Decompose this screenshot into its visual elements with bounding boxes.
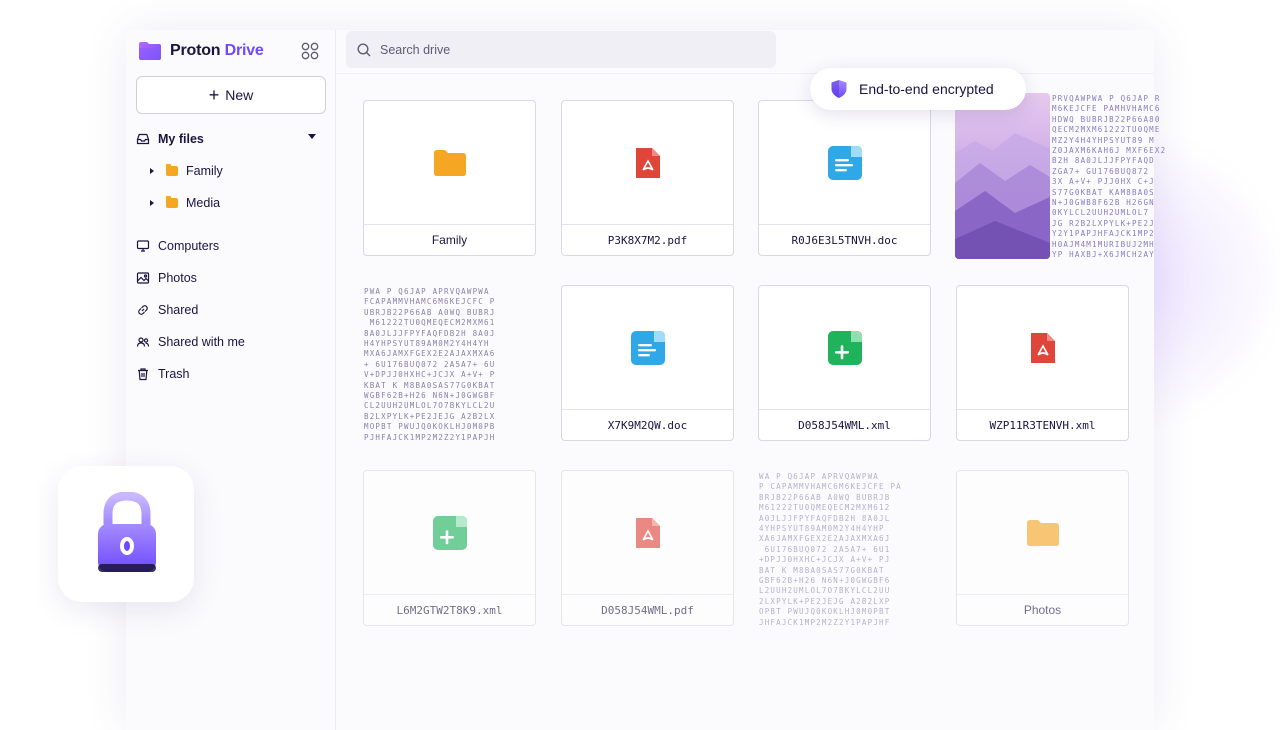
sidebar-item-label: Computers: [158, 239, 220, 253]
file-name: P3K8X7M2.pdf: [607, 233, 688, 247]
sidebar-item-label: Trash: [158, 367, 190, 381]
trash-icon: [138, 368, 148, 381]
new-button[interactable]: + New: [136, 76, 326, 114]
file-name: X7K9M2QW.doc: [607, 418, 688, 432]
pdf-file-icon: [635, 517, 660, 548]
spreadsheet-file-icon: [827, 330, 862, 365]
link-icon: [138, 305, 148, 315]
sidebar-tree-media[interactable]: Media: [150, 189, 340, 217]
sidebar-item-computers[interactable]: Computers: [136, 232, 326, 260]
file-card-sheet[interactable]: L6M2GTW2T8K9.xml: [363, 470, 536, 626]
file-card-sheet[interactable]: D058J54WML.xml: [758, 285, 931, 441]
proton-drive-logo-icon: [139, 42, 161, 60]
encryption-badge: End-to-end encrypted: [810, 68, 1026, 110]
file-name: D058J54WML.pdf: [601, 603, 694, 617]
sidebar-item-shared[interactable]: Shared: [136, 296, 326, 324]
sidebar-item-label: Media: [186, 196, 221, 210]
file-card-photos-folder[interactable]: Photos: [956, 470, 1129, 626]
file-thumbnail: [957, 286, 1128, 410]
folder-icon: [166, 196, 178, 208]
shield-icon: [831, 80, 847, 98]
app-name: Proton Drive: [170, 42, 264, 59]
folder-icon: [1026, 519, 1059, 546]
file-card-doc[interactable]: X7K9M2QW.doc: [561, 285, 734, 441]
chevron-down-icon[interactable]: [308, 134, 316, 139]
inbox-icon: [136, 133, 150, 145]
file-thumbnail: [759, 286, 930, 410]
search-icon: [357, 42, 371, 56]
search-input[interactable]: Search drive: [346, 31, 776, 68]
sidebar-item-photos[interactable]: Photos: [136, 264, 326, 292]
pdf-file-icon: [635, 147, 660, 178]
chevron-right-icon[interactable]: [150, 168, 154, 174]
encrypted-text-overlay: PRVQAWPWA P Q6JAP R M6KEJCFE PAMHVHAMC6 …: [1052, 94, 1167, 260]
file-name: WZP11R3TENVH.xml: [989, 418, 1096, 432]
mountain-photo-icon: [955, 133, 1050, 259]
sidebar: Proton Drive + New My files Family Media: [126, 30, 336, 730]
file-thumbnail: [364, 471, 535, 595]
file-thumbnail: [957, 471, 1128, 595]
sidebar-item-label: Photos: [158, 271, 197, 285]
sidebar-tree-family[interactable]: Family: [150, 157, 340, 185]
file-thumbnail: [562, 286, 733, 410]
lock-illustration: [58, 466, 194, 602]
file-name: R0J6E3L5TNVH.doc: [791, 233, 898, 247]
sidebar-item-label: My files: [158, 132, 204, 146]
header-divider: [336, 73, 1154, 74]
sidebar-item-shared-with-me[interactable]: Shared with me: [136, 328, 326, 356]
file-thumbnail: [759, 101, 930, 225]
search-placeholder: Search drive: [380, 42, 451, 57]
new-button-label: New: [225, 87, 254, 103]
file-card-pdf[interactable]: D058J54WML.pdf: [561, 470, 734, 626]
app-logo[interactable]: Proton Drive: [138, 40, 264, 62]
doc-file-icon: [827, 145, 862, 180]
folder-icon: [433, 149, 466, 176]
sidebar-item-label: Shared: [158, 303, 199, 317]
file-name: Family: [431, 233, 468, 247]
plus-icon: +: [208, 85, 220, 105]
file-thumbnail: [562, 471, 733, 595]
apps-grid-icon[interactable]: [301, 42, 319, 60]
image-icon: [136, 272, 150, 284]
chevron-right-icon[interactable]: [150, 200, 154, 206]
file-card-pdf[interactable]: WZP11R3TENVH.xml: [956, 285, 1129, 441]
spreadsheet-file-icon: [432, 515, 467, 550]
photo-thumbnail[interactable]: [955, 93, 1050, 259]
file-thumbnail: [364, 101, 535, 225]
users-icon: [136, 337, 150, 347]
sidebar-item-trash[interactable]: Trash: [136, 360, 326, 388]
file-thumbnail: [562, 101, 733, 225]
file-name: D058J54WML.xml: [798, 418, 891, 432]
padlock-icon: [98, 492, 156, 572]
sidebar-item-label: Family: [186, 164, 223, 178]
file-card-family[interactable]: Family: [363, 100, 536, 256]
sidebar-item-my-files[interactable]: My files: [136, 125, 326, 153]
sidebar-item-label: Shared with me: [158, 335, 245, 349]
file-name: Photos: [1023, 603, 1062, 617]
pdf-file-icon: [1030, 332, 1055, 363]
doc-file-icon: [630, 330, 665, 365]
folder-icon: [166, 164, 178, 176]
file-name: L6M2GTW2T8K9.xml: [396, 603, 503, 617]
file-card-doc[interactable]: R0J6E3L5TNVH.doc: [758, 100, 931, 256]
monitor-icon: [136, 240, 150, 252]
file-card-pdf[interactable]: P3K8X7M2.pdf: [561, 100, 734, 256]
encryption-badge-label: End-to-end encrypted: [859, 81, 994, 97]
